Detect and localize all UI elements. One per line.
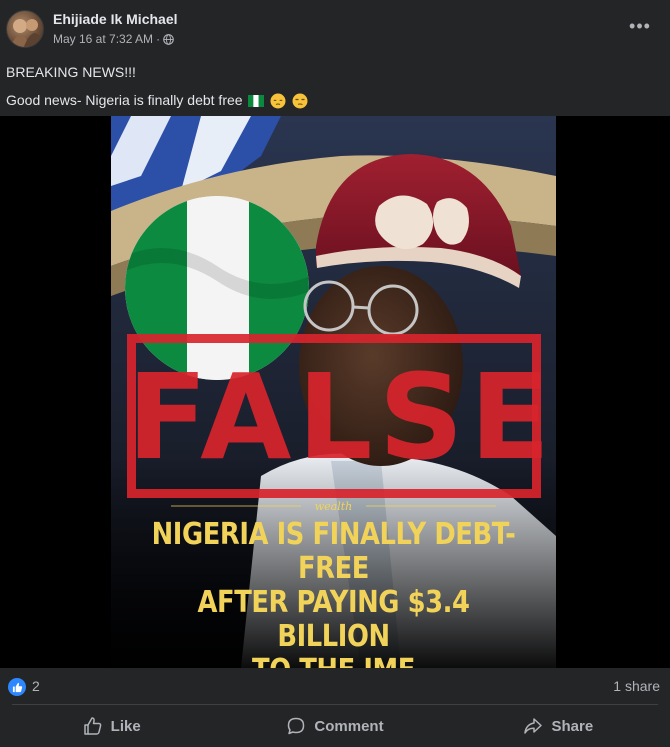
comment-icon xyxy=(288,717,305,735)
unamused-face-icon xyxy=(292,93,308,109)
post-text-line: BREAKING NEWS!!! xyxy=(6,64,136,80)
post-header: Ehijiade Ik Michael May 16 at 7:32 AM · … xyxy=(0,0,670,56)
thumbs-up-icon xyxy=(83,717,101,735)
post-text-content: Good news- Nigeria is finally debt free xyxy=(6,92,243,108)
nigeria-flag-icon xyxy=(248,95,265,108)
pensive-face-icon xyxy=(270,93,286,109)
avatar-image xyxy=(9,19,43,47)
more-options-icon[interactable]: ••• xyxy=(622,14,658,38)
meta-separator: · xyxy=(156,32,161,46)
post-text-line: Good news- Nigeria is finally debt free xyxy=(6,86,656,114)
headline-line: TO THE IMF xyxy=(142,654,525,669)
share-icon xyxy=(524,718,543,734)
like-reaction-icon[interactable] xyxy=(8,678,26,696)
share-button[interactable]: Share xyxy=(447,706,670,746)
post-meta: May 16 at 7:32 AM · xyxy=(53,32,174,46)
media-brand: wealth xyxy=(314,500,353,513)
post-image[interactable]: FALSE wealth NIGERIA IS FINALLY DEBT-FRE… xyxy=(111,116,556,668)
like-label: Like xyxy=(110,717,141,735)
share-label: Share xyxy=(551,717,594,735)
like-button[interactable]: Like xyxy=(0,706,223,746)
post-stats: 2 1 share xyxy=(0,670,670,704)
avatar[interactable] xyxy=(6,10,44,48)
comment-label: Comment xyxy=(314,717,384,735)
headline-line: AFTER PAYING $3.4 BILLION xyxy=(197,585,470,654)
media-headline: NIGERIA IS FINALLY DEBT-FREE AFTER PAYIN… xyxy=(142,517,525,669)
post-actions: Like Comment Share xyxy=(0,706,670,746)
globe-icon[interactable] xyxy=(163,33,174,45)
author-name[interactable]: Ehijiade Ik Michael xyxy=(53,11,178,27)
post-timestamp[interactable]: May 16 at 7:32 AM xyxy=(53,32,153,46)
actions-divider xyxy=(12,704,658,705)
headline-line: NIGERIA IS FINALLY DEBT-FREE xyxy=(151,517,516,586)
thumbs-up-badge-icon xyxy=(12,682,22,692)
post-text: BREAKING NEWS!!! Good news- Nigeria is f… xyxy=(6,58,656,114)
share-count[interactable]: 1 share xyxy=(613,678,660,694)
facebook-post: Ehijiade Ik Michael May 16 at 7:32 AM · … xyxy=(0,0,670,747)
comment-button[interactable]: Comment xyxy=(223,706,446,746)
reaction-count[interactable]: 2 xyxy=(32,678,40,694)
false-stamp: FALSE xyxy=(127,348,556,486)
